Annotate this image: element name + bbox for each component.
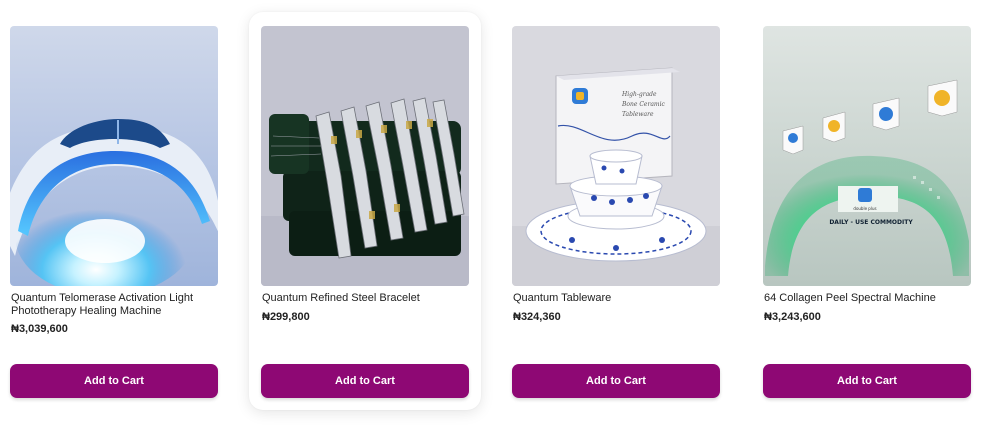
svg-text:double plus: double plus bbox=[853, 206, 876, 211]
svg-text:High-grade: High-grade bbox=[621, 91, 657, 98]
product-image[interactable] bbox=[10, 26, 218, 286]
product-price: ₦3,039,600 bbox=[11, 323, 68, 335]
product-title[interactable]: Quantum Telomerase Activation Light Phot… bbox=[11, 292, 219, 318]
product-grid: Quantum Telomerase Activation Light Phot… bbox=[0, 0, 1002, 437]
product-price: ₦3,243,600 bbox=[764, 311, 821, 323]
product-price: ₦299,800 bbox=[262, 311, 310, 323]
product-title[interactable]: Quantum Refined Steel Bracelet bbox=[262, 292, 470, 305]
product-card[interactable]: double plus DAILY - USE COMMODITY 64 Col… bbox=[751, 12, 983, 410]
product-image[interactable] bbox=[261, 26, 469, 286]
product-image[interactable]: High-grade Bone Ceramic Tableware bbox=[512, 26, 720, 286]
add-to-cart-button[interactable]: Add to Cart bbox=[10, 364, 218, 398]
svg-text:DAILY - USE COMMODITY: DAILY - USE COMMODITY bbox=[829, 219, 913, 226]
add-to-cart-button[interactable]: Add to Cart bbox=[261, 364, 469, 398]
product-image[interactable]: double plus DAILY - USE COMMODITY bbox=[763, 26, 971, 286]
svg-text:Tableware: Tableware bbox=[622, 111, 654, 118]
add-to-cart-button[interactable]: Add to Cart bbox=[512, 364, 720, 398]
product-card[interactable]: Quantum Telomerase Activation Light Phot… bbox=[0, 12, 230, 410]
product-card[interactable]: High-grade Bone Ceramic Tableware Quantu… bbox=[500, 12, 732, 410]
product-card[interactable]: Quantum Refined Steel Bracelet ₦299,800 … bbox=[249, 12, 481, 410]
product-title[interactable]: 64 Collagen Peel Spectral Machine bbox=[764, 292, 972, 305]
product-price: ₦324,360 bbox=[513, 311, 561, 323]
add-to-cart-button[interactable]: Add to Cart bbox=[763, 364, 971, 398]
product-title[interactable]: Quantum Tableware bbox=[513, 292, 721, 305]
svg-text:Bone Ceramic: Bone Ceramic bbox=[621, 101, 666, 108]
